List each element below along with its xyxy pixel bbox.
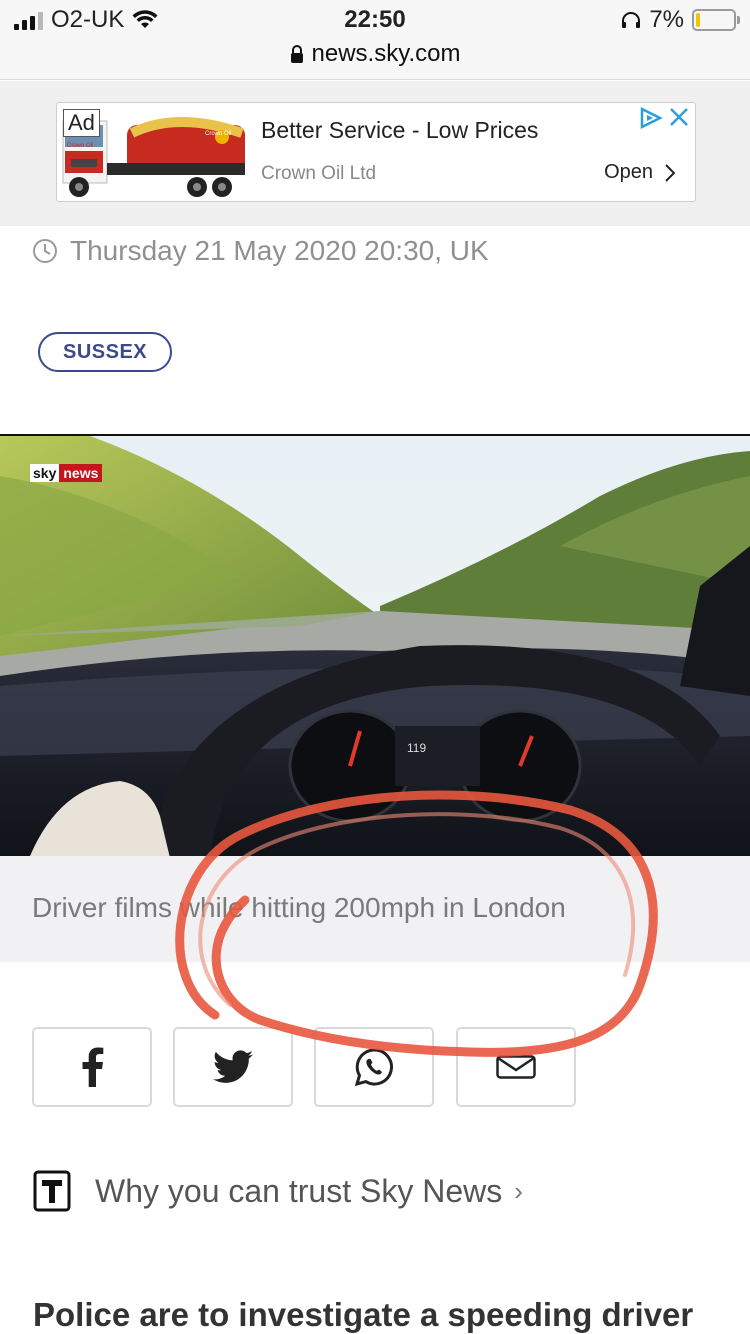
ad-open-label: Open [604,161,653,183]
trust-link-label: Why you can trust Sky News [95,1172,503,1209]
chevron-right-icon [665,163,675,182]
ad-choices[interactable] [639,107,689,129]
topic-tag-sussex[interactable]: SUSSEX [38,332,173,372]
whatsapp-icon [354,1048,393,1087]
battery-percent: 7% [649,6,684,33]
video-caption-area: Driver films while hitting 200mph in Lon… [0,856,750,962]
svg-text:Crown Oil: Crown Oil [67,143,93,149]
video-player[interactable]: 119 sky news [0,434,750,856]
dateline: Thursday 21 May 2020 20:30, UK [32,235,489,267]
share-twitter-button[interactable] [173,1027,293,1107]
share-facebook-button[interactable] [32,1027,152,1107]
ad-tanker-image: Crown Oil Crown Oil Ad [57,103,247,201]
video-caption: Driver films while hitting 200mph in Lon… [32,892,566,923]
share-email-button[interactable] [456,1027,576,1107]
ad-banner-area: Crown Oil Crown Oil Ad Better Service - … [0,81,750,226]
trust-t-icon [33,1170,71,1212]
article-headline: Police are to investigate a speeding dri… [33,1296,694,1333]
twitter-icon [213,1050,253,1083]
ad-badge: Ad [63,109,100,137]
headphones-icon [622,12,641,28]
sky-news-logo: sky news [30,464,103,482]
ad-open-button[interactable]: Open [604,161,675,184]
trust-link[interactable]: Why you can trust Sky News › [33,1170,523,1212]
facebook-icon [82,1047,104,1087]
close-icon[interactable] [669,107,689,127]
adchoices-icon[interactable] [639,107,663,129]
dateline-text: Thursday 21 May 2020 20:30, UK [70,235,489,266]
battery-icon [692,9,740,31]
svg-text:Crown Oil: Crown Oil [205,131,231,137]
ad-company: Crown Oil Ltd [261,163,377,184]
status-bar: O2-UK 22:50 news.sky.com 7% [0,0,750,80]
url-text: news.sky.com [311,40,461,67]
email-icon [496,1055,536,1079]
ad-banner[interactable]: Crown Oil Crown Oil Ad Better Service - … [56,102,696,202]
share-whatsapp-button[interactable] [314,1027,434,1107]
lock-icon [290,45,303,63]
address-bar[interactable]: news.sky.com [0,40,750,68]
ad-title[interactable]: Better Service - Low Prices [261,117,538,144]
status-right: 7% [621,6,740,34]
video-frame: 119 [0,436,750,856]
chevron-right-icon: › [514,1175,523,1206]
speedometer-reading: 119 [407,741,426,755]
clock-icon [33,239,57,263]
